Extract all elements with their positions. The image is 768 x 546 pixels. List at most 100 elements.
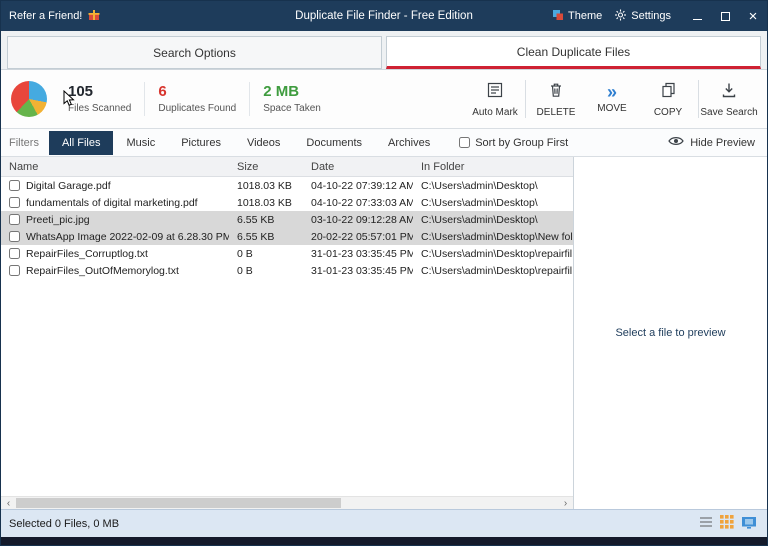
duplicate-files-table: Name Size Date In Folder Digital Garage.… <box>1 157 573 509</box>
file-date: 04-10-22 07:33:03 AM <box>303 197 413 209</box>
main-area: Name Size Date In Folder Digital Garage.… <box>1 157 767 509</box>
window-title: Duplicate File Finder - Free Edition <box>221 10 547 22</box>
column-header-size[interactable]: Size <box>229 161 303 173</box>
file-date: 04-10-22 07:39:12 AM <box>303 180 413 192</box>
file-name: Digital Garage.pdf <box>26 180 111 192</box>
file-size: 6.55 KB <box>229 214 303 226</box>
sort-by-group-first-checkbox[interactable] <box>459 137 470 148</box>
scroll-left-button[interactable]: ‹ <box>1 497 16 509</box>
files-scanned-value: 105 <box>68 84 131 100</box>
space-taken-label: Space Taken <box>263 103 321 114</box>
horizontal-scrollbar[interactable]: ‹ › <box>1 496 573 509</box>
gift-icon <box>88 9 101 24</box>
table-row[interactable]: WhatsApp Image 2022-02-09 at 6.28.30 PM.… <box>1 228 573 245</box>
app-window: Refer a Friend! Duplicate File Finder - … <box>0 0 768 546</box>
move-label: MOVE <box>597 103 626 114</box>
table-header-row: Name Size Date In Folder <box>1 157 573 177</box>
move-button[interactable]: » MOVE <box>584 85 640 114</box>
eye-icon <box>668 135 684 150</box>
move-icon: » <box>607 85 617 100</box>
file-date: 31-01-23 03:35:45 PM <box>303 248 413 260</box>
sort-by-group-first-toggle[interactable]: Sort by Group First <box>459 137 568 149</box>
auto-mark-button[interactable]: Auto Mark <box>467 81 523 118</box>
preview-panel: Select a file to preview <box>573 157 767 509</box>
scrollbar-track[interactable] <box>16 497 558 509</box>
copy-label: COPY <box>654 107 682 118</box>
divider <box>698 80 699 118</box>
file-size: 6.55 KB <box>229 231 303 243</box>
column-header-in-folder[interactable]: In Folder <box>413 161 573 173</box>
table-row[interactable]: Digital Garage.pdf 1018.03 KB 04-10-22 0… <box>1 177 573 194</box>
table-body: Digital Garage.pdf 1018.03 KB 04-10-22 0… <box>1 177 573 496</box>
minimize-button[interactable] <box>683 1 711 31</box>
file-name: fundamentals of digital marketing.pdf <box>26 197 198 209</box>
toolbar: 105 Files Scanned 6 Duplicates Found 2 M… <box>1 69 767 129</box>
duplicates-found-label: Duplicates Found <box>158 103 236 114</box>
settings-icon <box>614 9 627 24</box>
file-name: WhatsApp Image 2022-02-09 at 6.28.30 PM.… <box>26 231 229 243</box>
row-checkbox[interactable] <box>9 197 20 208</box>
filter-tab-videos[interactable]: Videos <box>234 131 293 155</box>
file-folder: C:\Users\admin\Desktop\ <box>413 214 573 226</box>
scroll-right-button[interactable]: › <box>558 497 573 509</box>
row-checkbox[interactable] <box>9 214 20 225</box>
file-folder: C:\Users\admin\Desktop\repairfil... <box>413 248 573 260</box>
row-checkbox[interactable] <box>9 180 20 191</box>
table-row[interactable]: RepairFiles_OutOfMemorylog.txt 0 B 31-01… <box>1 262 573 279</box>
tab-search-options[interactable]: Search Options <box>7 36 382 69</box>
auto-mark-icon <box>486 81 504 104</box>
file-name: RepairFiles_OutOfMemorylog.txt <box>26 265 179 277</box>
hide-preview-button[interactable]: Hide Preview <box>668 135 759 150</box>
delete-button[interactable]: DELETE <box>528 81 584 118</box>
scrollbar-thumb[interactable] <box>16 498 341 508</box>
filter-bar: Filters All Files Music Pictures Videos … <box>1 129 767 157</box>
filter-tab-archives[interactable]: Archives <box>375 131 443 155</box>
close-button[interactable]: × <box>739 1 767 31</box>
file-size: 0 B <box>229 265 303 277</box>
settings-button[interactable]: Settings <box>614 9 671 24</box>
grid-view-icon[interactable] <box>720 515 734 532</box>
copy-icon <box>660 81 677 104</box>
hide-preview-label: Hide Preview <box>690 137 755 149</box>
theme-button[interactable]: Theme <box>552 9 602 24</box>
duplicates-found-value: 6 <box>158 84 236 100</box>
filter-tab-pictures[interactable]: Pictures <box>168 131 234 155</box>
tab-clean-duplicate-files[interactable]: Clean Duplicate Files <box>386 36 761 69</box>
save-search-icon <box>720 81 738 104</box>
status-bar: Selected 0 Files, 0 MB <box>1 509 767 537</box>
row-checkbox[interactable] <box>9 248 20 259</box>
file-folder: C:\Users\admin\Desktop\ <box>413 197 573 209</box>
filter-tab-documents[interactable]: Documents <box>293 131 375 155</box>
copy-button[interactable]: COPY <box>640 81 696 118</box>
filter-tab-music[interactable]: Music <box>113 131 168 155</box>
file-folder: C:\Users\admin\Desktop\ <box>413 180 573 192</box>
file-date: 31-01-23 03:35:45 PM <box>303 265 413 277</box>
theme-icon <box>552 9 564 24</box>
file-size: 1018.03 KB <box>229 197 303 209</box>
file-size: 1018.03 KB <box>229 180 303 192</box>
maximize-icon <box>721 12 730 21</box>
preview-view-icon[interactable] <box>741 516 757 532</box>
refer-a-friend-link[interactable]: Refer a Friend! <box>9 10 82 22</box>
file-date: 20-02-22 05:57:01 PM <box>303 231 413 243</box>
settings-label: Settings <box>631 10 671 22</box>
maximize-button[interactable] <box>711 1 739 31</box>
row-checkbox[interactable] <box>9 265 20 276</box>
selection-summary: Selected 0 Files, 0 MB <box>9 518 119 530</box>
close-icon: × <box>749 9 758 24</box>
taskbar-sliver <box>1 537 767 545</box>
table-row[interactable]: Preeti_pic.jpg 6.55 KB 03-10-22 09:12:28… <box>1 211 573 228</box>
table-row[interactable]: RepairFiles_Corruptlog.txt 0 B 31-01-23 … <box>1 245 573 262</box>
stat-space-taken: 2 MB Space Taken <box>250 84 334 114</box>
theme-label: Theme <box>568 10 602 22</box>
column-header-name[interactable]: Name <box>1 161 229 173</box>
list-view-icon[interactable] <box>699 516 713 531</box>
save-search-button[interactable]: Save Search <box>701 81 757 118</box>
filter-tab-all-files[interactable]: All Files <box>49 131 114 155</box>
save-search-label: Save Search <box>700 107 757 118</box>
column-header-date[interactable]: Date <box>303 161 413 173</box>
file-folder: C:\Users\admin\Desktop\New fol... <box>413 231 573 243</box>
row-checkbox[interactable] <box>9 231 20 242</box>
space-taken-value: 2 MB <box>263 84 321 100</box>
table-row[interactable]: fundamentals of digital marketing.pdf 10… <box>1 194 573 211</box>
